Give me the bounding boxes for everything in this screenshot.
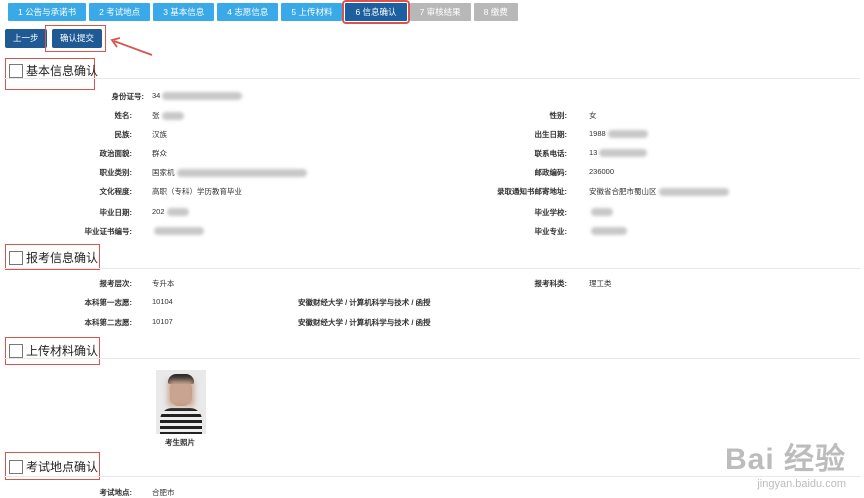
step-info-confirm[interactable]: 6 信息确认 bbox=[342, 0, 410, 24]
birth-value: 1988 bbox=[589, 129, 648, 139]
step-preference-info[interactable]: 4 志愿信息 bbox=[217, 3, 279, 21]
location-label: 考试地点: bbox=[99, 488, 133, 497]
category-label: 报考科类: bbox=[534, 279, 568, 288]
first-choice-desc: 安徽财经大学 / 计算机科学与技术 / 函授 bbox=[298, 298, 431, 307]
school-label: 毕业学校: bbox=[534, 208, 568, 217]
category-value: 理工类 bbox=[589, 279, 612, 288]
occupation-value: 国家机 bbox=[152, 167, 307, 178]
phone-label: 联系电话: bbox=[534, 149, 568, 158]
prev-step-button[interactable]: 上一步 bbox=[5, 29, 47, 48]
major-value bbox=[589, 226, 627, 236]
name-value: 张 bbox=[152, 110, 184, 121]
address-value: 安徽省合肥市蜀山区 bbox=[589, 186, 729, 197]
political-label: 政治面貌: bbox=[99, 149, 133, 158]
phone-value: 13 bbox=[589, 148, 648, 158]
section-upload-title: 上传材料确认 bbox=[26, 344, 99, 358]
step-basic-info[interactable]: 3 基本信息 bbox=[153, 3, 215, 21]
upload-confirm-checkbox[interactable] bbox=[9, 343, 23, 358]
location-confirm-checkbox[interactable] bbox=[9, 459, 23, 474]
location-value: 合肥市 bbox=[152, 488, 175, 497]
gender-value: 女 bbox=[589, 111, 597, 120]
second-choice-code: 10107 bbox=[152, 317, 173, 326]
gender-label: 性别: bbox=[549, 111, 568, 120]
education-label: 文化程度: bbox=[99, 187, 133, 196]
level-label: 报考层次: bbox=[99, 279, 133, 288]
grad-date-value: 202 bbox=[152, 207, 189, 217]
basic-confirm-checkbox[interactable] bbox=[9, 63, 23, 78]
candidate-photo bbox=[156, 370, 206, 434]
confirm-submit-button[interactable]: 确认提交 bbox=[52, 29, 103, 48]
step-upload-materials[interactable]: 5 上传材料 bbox=[281, 3, 343, 21]
cert-label: 毕业证书编号: bbox=[84, 227, 133, 236]
school-value bbox=[589, 207, 613, 217]
arrow-annotation-icon bbox=[110, 37, 153, 56]
political-value: 群众 bbox=[152, 149, 167, 158]
second-choice-desc: 安徽财经大学 / 计算机科学与技术 / 函授 bbox=[298, 318, 431, 327]
section-upload-header: 上传材料确认 bbox=[9, 342, 98, 359]
level-value: 专升本 bbox=[152, 279, 175, 288]
watermark: Bai 经验 jingyan.baidu.com bbox=[725, 434, 846, 490]
step-exam-location[interactable]: 2 考试地点 bbox=[89, 3, 151, 21]
step-nav: 1 公告与承诺书 2 考试地点 3 基本信息 4 志愿信息 5 上传材料 6 信… bbox=[8, 0, 518, 24]
postal-value: 236000 bbox=[589, 167, 615, 176]
photo-caption: 考生照片 bbox=[165, 438, 195, 447]
divider bbox=[4, 78, 860, 79]
occupation-label: 职业类别: bbox=[99, 168, 133, 177]
divider bbox=[4, 268, 860, 269]
grad-date-label: 毕业日期: bbox=[99, 208, 133, 217]
first-choice-label: 本科第一志愿: bbox=[84, 298, 133, 307]
cert-value bbox=[152, 226, 204, 236]
section-exam-header: 报考信息确认 bbox=[9, 249, 98, 266]
divider bbox=[4, 358, 860, 359]
watermark-brand: Bai 经验 bbox=[724, 443, 846, 476]
second-choice-label: 本科第二志愿: bbox=[84, 318, 133, 327]
step-review-result: 7 审核结果 bbox=[409, 3, 471, 21]
address-label: 录取通知书邮寄地址: bbox=[497, 187, 567, 196]
ethnicity-value: 汉族 bbox=[152, 130, 167, 139]
education-value: 高职（专科）学历教育毕业 bbox=[152, 187, 242, 196]
id-value: 34 bbox=[152, 91, 243, 101]
birth-label: 出生日期: bbox=[534, 130, 568, 139]
step-announcement[interactable]: 1 公告与承诺书 bbox=[8, 3, 87, 21]
name-label: 姓名: bbox=[114, 111, 133, 120]
section-location-header: 考试地点确认 bbox=[9, 458, 98, 475]
watermark-url: jingyan.baidu.com bbox=[757, 478, 846, 490]
section-basic-header: 基本信息确认 bbox=[9, 62, 98, 79]
step-payment: 8 缴费 bbox=[473, 3, 518, 21]
section-basic-title: 基本信息确认 bbox=[26, 64, 99, 78]
section-exam-title: 报考信息确认 bbox=[26, 251, 99, 265]
major-label: 毕业专业: bbox=[534, 227, 568, 236]
ethnicity-label: 民族: bbox=[114, 130, 133, 139]
first-choice-code: 10104 bbox=[152, 297, 173, 306]
id-label: 身份证号: bbox=[111, 92, 145, 101]
exam-confirm-checkbox[interactable] bbox=[9, 250, 23, 265]
postal-label: 邮政编码: bbox=[534, 168, 568, 177]
section-location-title: 考试地点确认 bbox=[26, 460, 99, 474]
